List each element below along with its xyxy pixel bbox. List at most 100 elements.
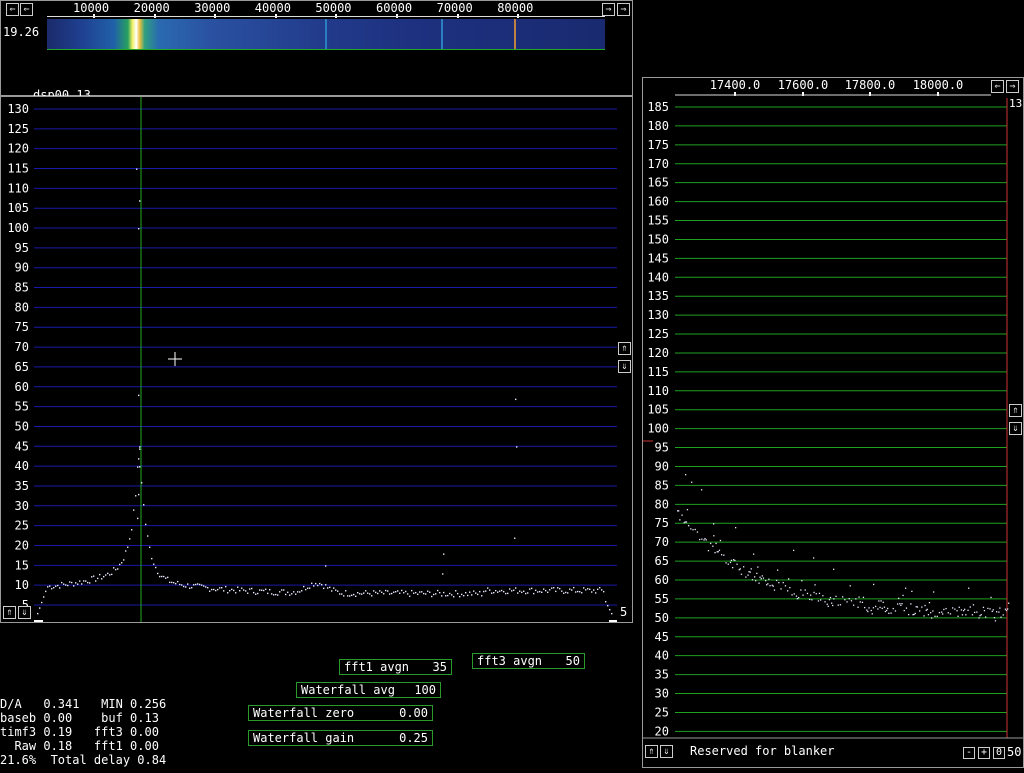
spectrum-trace-point bbox=[265, 588, 267, 590]
spectrum-trace-point bbox=[455, 590, 457, 592]
spectrum-bottom-up-button[interactable]: ⇑ bbox=[3, 606, 16, 619]
waterfall-freq-tick-label: 10000 bbox=[73, 1, 110, 15]
baseband-y-tick-label: 175 bbox=[647, 138, 669, 152]
baseband-y-tick-label: 50 bbox=[655, 611, 669, 625]
spectrum-trace-point bbox=[237, 586, 239, 588]
spectrum-trace-point bbox=[279, 591, 281, 593]
spectrum-trace-point bbox=[459, 595, 461, 598]
spectrum-y-tick-label: 10 bbox=[15, 578, 29, 592]
baseband-trace-point bbox=[773, 589, 776, 591]
spectrum-right-label: 5 bbox=[620, 605, 628, 619]
baseband-outlier-point bbox=[833, 568, 835, 570]
waterfall-zero-control[interactable]: Waterfall zero 0.00 bbox=[248, 705, 433, 721]
baseband-trace-point bbox=[960, 609, 963, 611]
baseband-trace-point bbox=[769, 585, 771, 587]
baseband-bottom-down-button[interactable]: ⇓ bbox=[660, 745, 673, 758]
baseband-trace-point bbox=[969, 606, 971, 608]
spectrum-peak-point bbox=[139, 200, 141, 202]
baseband-scale-down-button[interactable]: ⇓ bbox=[1009, 422, 1022, 435]
baseband-zero-button[interactable]: 0 bbox=[993, 747, 1005, 759]
spectrum-trace-point bbox=[361, 593, 363, 595]
spectrum-scale-up-button[interactable]: ⇑ bbox=[618, 342, 631, 355]
spectrum-y-tick-label: 100 bbox=[7, 221, 29, 235]
spectrum-trace-point bbox=[599, 586, 601, 589]
spectrum-trace-point bbox=[55, 585, 57, 587]
baseband-trace-point bbox=[910, 603, 912, 605]
baseband-plot[interactable]: 17400.0 17600.0 17800.0 18000.0 185 180 175 170… bbox=[643, 78, 1023, 767]
spectrum-trace-point bbox=[209, 590, 211, 592]
spectrum-trace-point bbox=[61, 581, 63, 584]
baseband-trace-point bbox=[732, 566, 734, 569]
spectrum-trace-point bbox=[517, 592, 519, 594]
baseband-trace-point bbox=[829, 596, 832, 599]
spectrum-trace-point bbox=[219, 587, 221, 589]
baseband-trace-point bbox=[872, 607, 875, 609]
spectrum-trace-point bbox=[101, 578, 103, 580]
baseband-trace-point bbox=[871, 613, 873, 615]
spectrum-trace-point bbox=[97, 577, 99, 580]
baseband-scale-up-button[interactable]: ⇑ bbox=[1009, 404, 1022, 417]
baseband-trace-point bbox=[982, 606, 985, 609]
baseband-trace-point bbox=[686, 509, 689, 511]
spectrum-trace-point bbox=[99, 573, 101, 576]
baseband-y-tick-label: 25 bbox=[655, 705, 669, 719]
spectrum-trace-point bbox=[603, 590, 605, 593]
baseband-minus-button[interactable]: - bbox=[963, 747, 975, 759]
baseband-plus-button[interactable]: + bbox=[978, 747, 990, 759]
baseband-trace-point bbox=[900, 604, 902, 607]
baseband-trace-point bbox=[1004, 608, 1007, 610]
baseband-trace-point bbox=[745, 576, 747, 578]
spectrum-scale-down-button[interactable]: ⇓ bbox=[618, 360, 631, 373]
spectrum-trace-point bbox=[71, 581, 73, 584]
baseband-trace-point bbox=[989, 608, 991, 610]
spectrum-trace-point bbox=[309, 587, 311, 589]
spectrum-trace-point bbox=[491, 592, 493, 594]
spectrum-trace-point bbox=[185, 586, 187, 588]
spectrum-trace-point bbox=[367, 592, 369, 594]
baseband-trace-point bbox=[748, 571, 750, 573]
spectrum-trace-point bbox=[559, 587, 561, 590]
baseband-trace-point bbox=[791, 594, 793, 596]
baseband-trace-point bbox=[681, 514, 683, 516]
baseband-right-button[interactable]: ⇒ bbox=[1006, 80, 1019, 93]
baseband-trace-point bbox=[992, 609, 994, 611]
baseband-freq-tick-label: 17800.0 bbox=[845, 78, 896, 92]
fft1-avgn-control[interactable]: fft1 avgn 35 bbox=[339, 659, 452, 675]
spectrum-trace-point bbox=[335, 589, 337, 591]
spectrum-trace-point bbox=[273, 594, 275, 596]
spectrum-bottom-down-button[interactable]: ⇓ bbox=[18, 606, 31, 619]
spectrum-trace-point bbox=[215, 589, 217, 592]
baseband-outlier-point bbox=[753, 553, 755, 555]
baseband-trace-point bbox=[688, 525, 690, 527]
spectrum-trace-point bbox=[409, 595, 411, 597]
baseband-y-tick-label: 70 bbox=[655, 535, 669, 549]
spectrum-trace-point bbox=[451, 594, 453, 596]
baseband-trace-point bbox=[875, 605, 877, 608]
waterfall-bottom-line bbox=[47, 49, 605, 50]
spectrum-plot[interactable]: 1301251201151101051009590858075706560555… bbox=[1, 97, 632, 622]
spectrum-trace-point bbox=[333, 587, 335, 589]
spectrum-trace-point bbox=[329, 586, 331, 589]
baseband-trace-point bbox=[932, 610, 934, 612]
spectrum-trace-point bbox=[287, 591, 289, 594]
fft3-avgn-control[interactable]: fft3 avgn 50 bbox=[472, 653, 585, 669]
spectrum-trace-point bbox=[543, 588, 545, 590]
spectrum-trace-point bbox=[383, 593, 385, 595]
baseband-trace-point bbox=[777, 569, 779, 571]
spectrum-trace-point bbox=[589, 588, 591, 590]
baseband-left-button[interactable]: ⇐ bbox=[991, 80, 1004, 93]
baseband-bottom-up-button[interactable]: ⇑ bbox=[645, 745, 658, 758]
baseband-trace-point bbox=[835, 595, 837, 598]
waterfall-avg-control[interactable]: Waterfall avg 100 bbox=[296, 682, 441, 698]
stat-line-4: Raw 0.18 fft1 0.00 bbox=[0, 739, 159, 753]
baseband-trace-point bbox=[916, 606, 919, 608]
baseband-y-tick-label: 75 bbox=[655, 516, 669, 530]
spectrum-trace-point bbox=[557, 587, 559, 589]
spectrum-peak-point bbox=[138, 458, 140, 460]
fft1-avgn-value: 35 bbox=[432, 660, 447, 674]
waterfall-gain-control[interactable]: Waterfall gain 0.25 bbox=[248, 730, 433, 746]
spectrum-trace-point bbox=[565, 591, 567, 594]
spectrum-trace-point bbox=[261, 589, 263, 591]
baseband-y-tick-label: 130 bbox=[647, 308, 669, 322]
baseband-trace-point bbox=[892, 607, 894, 610]
